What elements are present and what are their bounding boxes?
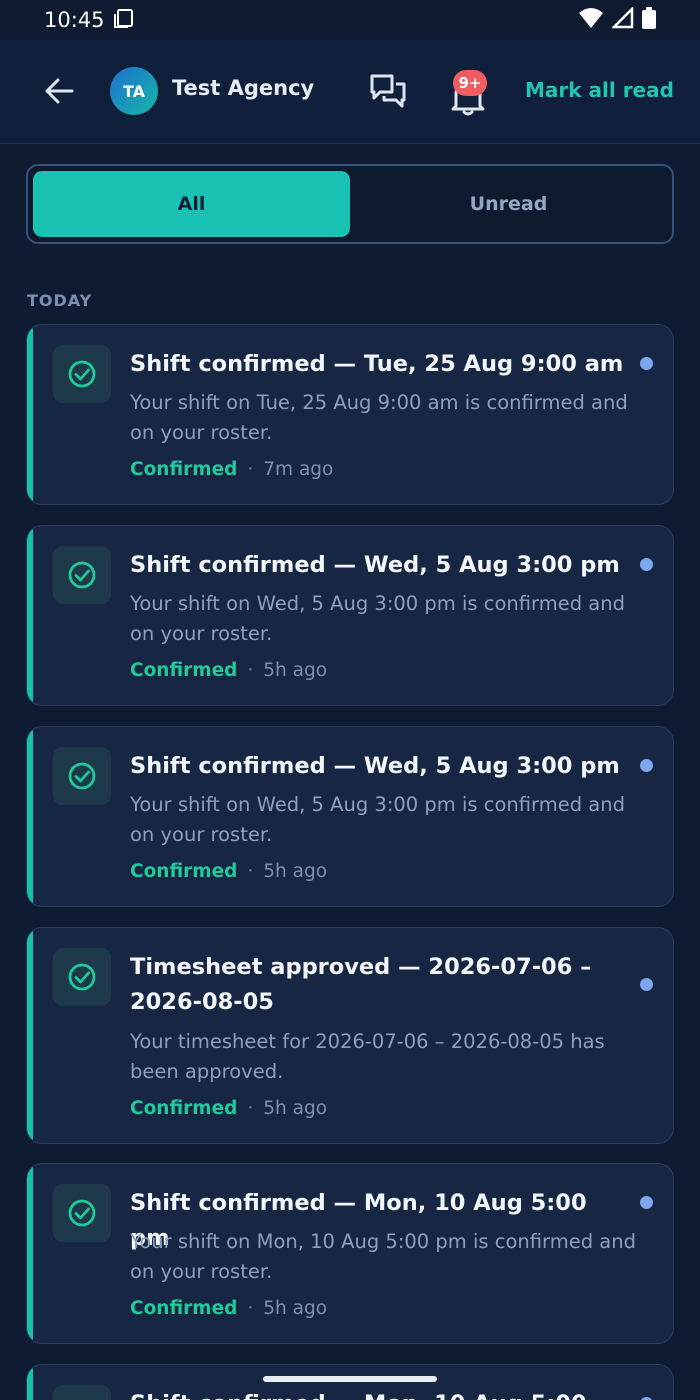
unread-indicator [640,1196,653,1209]
filter-tabs: All Unread [26,164,674,244]
agency-name[interactable]: Test Agency [172,76,314,100]
timestamp: 5h ago [263,1098,328,1119]
notification-title: Shift confirmed — Wed, 5 Aug 3:00 pm [130,552,620,578]
unread-indicator [640,357,653,370]
status-time-group: 10:45 [44,7,135,34]
top-app-bar: TA Test Agency 9+ Mark all read [0,40,700,144]
check-circle-icon [53,747,111,805]
status-time: 10:45 [44,8,105,32]
check-circle-icon [53,546,111,604]
notification-meta: Confirmed · 5h ago [130,1098,327,1119]
notification-meta: Confirmed · 5h ago [130,1298,327,1319]
meta-separator: · [247,459,254,480]
notification-count-badge: 9+ [453,70,487,96]
notification-title: Timesheet approved — 2026-07-06 – 2026-0… [130,954,592,1015]
notification-body: Your shift on Wed, 5 Aug 3:00 pm is conf… [130,592,625,645]
tab-unread[interactable]: Unread [350,171,667,237]
status-label: Confirmed [130,1298,238,1319]
chat-bubbles-icon [370,74,406,108]
notification-meta: Confirmed · 7m ago [130,459,333,480]
notification-card[interactable]: Shift confirmed — Mon, 10 Aug 5:00 pm [26,1364,674,1400]
unread-indicator [640,759,653,772]
screenshot-icon [113,7,135,34]
status-bar: 10:45 [0,0,700,40]
meta-separator: · [247,1298,254,1319]
cellular-signal-icon [610,5,634,33]
check-circle-icon [53,1385,111,1400]
back-button[interactable] [40,72,78,110]
messages-button[interactable] [368,72,410,112]
notification-body: Your shift on Mon, 10 Aug 5:00 pm is con… [130,1230,636,1283]
arrow-left-icon [45,78,74,104]
wifi-icon [578,7,604,33]
check-circle-icon [53,1184,111,1242]
mark-all-read-button[interactable]: Mark all read [525,78,674,102]
check-circle-icon [53,345,111,403]
notification-card[interactable]: Shift confirmed — Wed, 5 Aug 3:00 pm You… [26,726,674,907]
notification-body: Your shift on Wed, 5 Aug 3:00 pm is conf… [130,793,625,846]
timestamp: 7m ago [263,459,334,480]
home-indicator[interactable] [263,1376,437,1382]
status-icons [578,5,656,33]
notification-meta: Confirmed · 5h ago [130,861,327,882]
agency-avatar[interactable]: TA [110,67,158,115]
unread-indicator [640,978,653,991]
notification-body: Your timesheet for 2026-07-06 – 2026-08-… [130,1030,605,1083]
tab-all[interactable]: All [33,171,350,237]
meta-separator: · [247,1098,254,1119]
unread-indicator [640,558,653,571]
timestamp: 5h ago [263,660,328,681]
check-circle-icon [53,948,111,1006]
notification-card[interactable]: Shift confirmed — Wed, 5 Aug 3:00 pm You… [26,525,674,706]
meta-separator: · [247,660,254,681]
status-label: Confirmed [130,861,238,882]
notification-card[interactable]: Shift confirmed — Mon, 10 Aug 5:00 pm Yo… [26,1163,674,1344]
notification-title: Shift confirmed — Mon, 10 Aug 5:00 pm [130,1387,625,1400]
timestamp: 5h ago [263,861,328,882]
status-label: Confirmed [130,1098,238,1119]
notification-title: Shift confirmed — Tue, 25 Aug 9:00 am [130,351,624,377]
battery-icon [642,7,656,33]
meta-separator: · [247,861,254,882]
timestamp: 5h ago [263,1298,328,1319]
avatar-initials: TA [122,81,146,101]
notification-meta: Confirmed · 5h ago [130,660,327,681]
notification-title: Shift confirmed — Wed, 5 Aug 3:00 pm [130,753,620,779]
status-label: Confirmed [130,459,238,480]
notification-body: Your shift on Tue, 25 Aug 9:00 am is con… [130,391,628,444]
status-label: Confirmed [130,660,238,681]
notification-card[interactable]: Shift confirmed — Tue, 25 Aug 9:00 am Yo… [26,324,674,505]
section-label-today: TODAY [27,291,93,310]
notification-card[interactable]: Timesheet approved — 2026-07-06 – 2026-0… [26,927,674,1144]
